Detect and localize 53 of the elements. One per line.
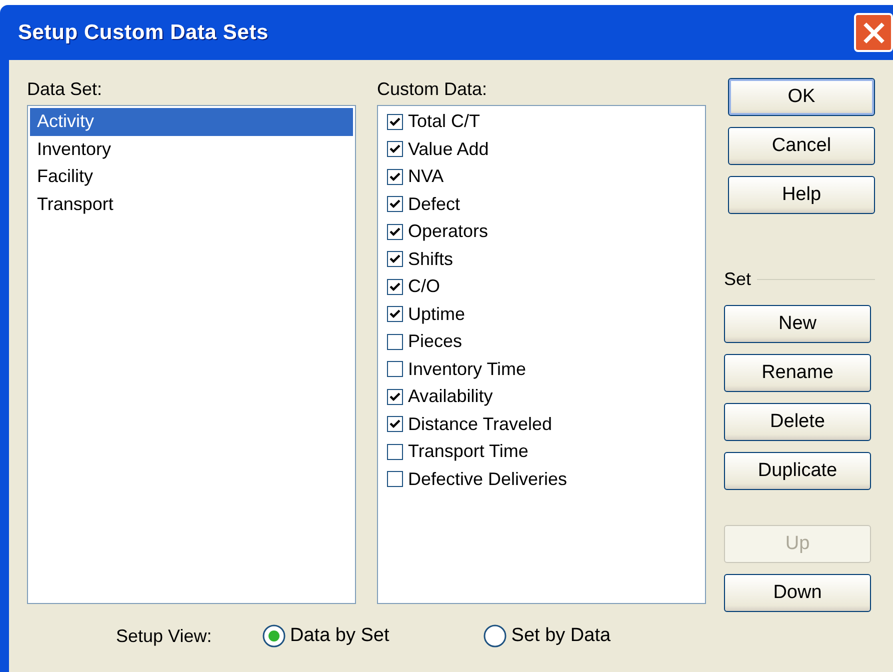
dialog-button[interactable]: Help: [728, 176, 875, 214]
checkbox[interactable]: [387, 416, 403, 432]
checkbox-label: Value Add: [408, 138, 489, 161]
checkbox-label: Availability: [408, 385, 493, 408]
set-button[interactable]: Down: [724, 574, 871, 612]
radio-icon: [262, 624, 286, 648]
checkbox-label: Defect: [408, 192, 460, 216]
checkbox[interactable]: [387, 251, 403, 268]
checkbox[interactable]: [387, 278, 403, 295]
close-icon: [860, 20, 886, 46]
checkbox[interactable]: [387, 361, 403, 378]
list-item[interactable]: Transport: [30, 190, 120, 218]
checkbox-label: Uptime: [408, 302, 466, 326]
checkbox[interactable]: [387, 114, 403, 130]
checkbox[interactable]: [387, 196, 403, 212]
radio-button[interactable]: Set by Data: [483, 622, 611, 650]
checkbox-label: Operators: [408, 220, 488, 244]
list-item[interactable]: Facility: [30, 163, 100, 190]
dialog-button[interactable]: OK: [728, 78, 875, 116]
checkbox-label: Transport Time: [408, 440, 528, 464]
checkbox-label: Pieces: [408, 330, 462, 354]
field-label: Setup View:: [116, 624, 213, 648]
custom-data-list[interactable]: Total C/T Value Add NVA Defect Operators Shifts C/O Uptime Pieces Inventory Time Availability Distance Traveled Transport Time Defective Deliveries: [377, 105, 706, 604]
field-label: Data Set:: [27, 78, 104, 101]
checkbox[interactable]: [387, 306, 403, 322]
checkbox[interactable]: [387, 168, 403, 185]
data-set-list[interactable]: Activity Inventory Facility Transport: [27, 105, 356, 604]
group-label: Set: [724, 268, 752, 291]
checkbox[interactable]: [387, 444, 403, 460]
checkbox-label: C/O: [408, 275, 440, 298]
checkbox[interactable]: [387, 388, 403, 405]
checkbox[interactable]: [387, 471, 403, 488]
checkbox-label: NVA: [408, 165, 444, 188]
checkbox[interactable]: [387, 141, 403, 158]
radio-icon: [483, 624, 508, 648]
list-item[interactable]: Activity: [30, 108, 353, 136]
checkbox[interactable]: [387, 224, 403, 240]
checkbox[interactable]: [387, 334, 403, 350]
checkbox-label: Inventory Time: [408, 358, 526, 381]
dialog-button[interactable]: Cancel: [728, 127, 875, 165]
checkbox-label: Defective Deliveries: [408, 468, 568, 491]
radio-button[interactable]: Data by Set: [262, 622, 390, 650]
set-button[interactable]: Rename: [724, 354, 871, 392]
checkbox-label: Distance Traveled: [408, 412, 552, 436]
set-button[interactable]: Duplicate: [724, 452, 871, 490]
list-item[interactable]: Inventory: [30, 136, 118, 163]
set-button[interactable]: Delete: [724, 403, 871, 441]
set-button[interactable]: New: [724, 305, 871, 343]
checkbox-label: Shifts: [408, 248, 454, 271]
checkbox-label: Total C/T: [408, 110, 480, 134]
window-title: Setup Custom Data Sets: [18, 20, 268, 46]
field-label: Custom Data:: [377, 78, 488, 101]
close-button[interactable]: [854, 13, 893, 52]
